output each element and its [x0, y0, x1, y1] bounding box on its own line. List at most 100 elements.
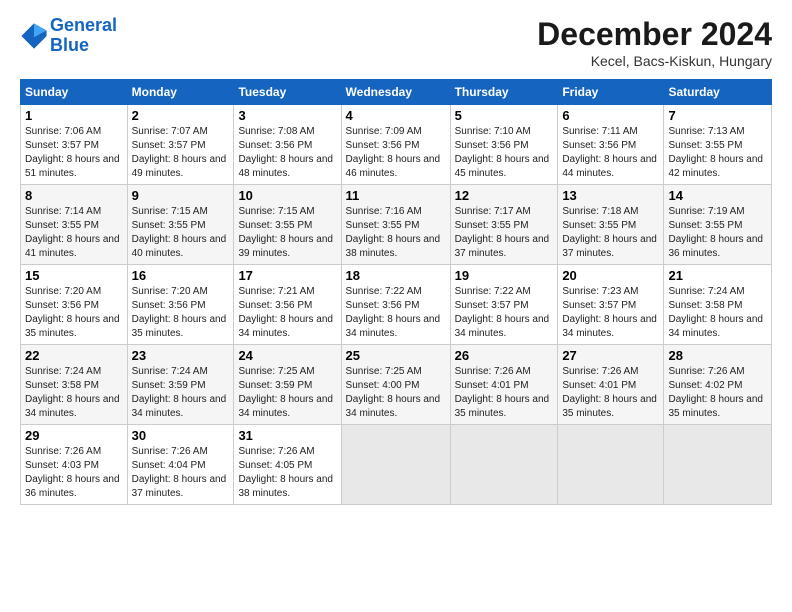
day-info: Sunrise: 7:16 AMSunset: 3:55 PMDaylight:…: [346, 205, 446, 261]
table-row: 8Sunrise: 7:14 AMSunset: 3:55 PMDaylight…: [21, 185, 128, 265]
calendar-week-1: 1 Sunrise: 7:06 AMSunset: 3:57 PMDaylight…: [21, 105, 772, 185]
calendar-table: Sunday Monday Tuesday Wednesday Thursday…: [20, 79, 772, 505]
calendar-week-5: 29 Sunrise: 7:26 AMSunset: 4:03 PMDayligh…: [21, 425, 772, 505]
table-row: 28 Sunrise: 7:26 AMSunset: 4:02 PMDayligh…: [664, 345, 772, 425]
day-number: 29: [25, 428, 123, 443]
header-row: Sunday Monday Tuesday Wednesday Thursday…: [21, 80, 772, 105]
table-row: 27 Sunrise: 7:26 AMSunset: 4:01 PMDayligh…: [558, 345, 664, 425]
day-info: Sunrise: 7:26 AMSunset: 4:01 PMDaylight:…: [455, 365, 554, 421]
table-row: 1 Sunrise: 7:06 AMSunset: 3:57 PMDaylight…: [21, 105, 128, 185]
location: Kecel, Bacs-Kiskun, Hungary: [537, 53, 772, 69]
table-row: 10 Sunrise: 7:15 AMSunset: 3:55 PMDayligh…: [234, 185, 341, 265]
table-row: [664, 425, 772, 505]
day-number: 12: [455, 188, 554, 203]
table-row: 11 Sunrise: 7:16 AMSunset: 3:55 PMDayligh…: [341, 185, 450, 265]
day-number: 6: [562, 108, 659, 123]
day-info: Sunrise: 7:15 AMSunset: 3:55 PMDaylight:…: [238, 205, 336, 261]
day-number: 27: [562, 348, 659, 363]
day-info: Sunrise: 7:20 AMSunset: 3:56 PMDaylight:…: [25, 285, 123, 341]
table-row: 14Sunrise: 7:19 AMSunset: 3:55 PMDayligh…: [664, 185, 772, 265]
col-friday: Friday: [558, 80, 664, 105]
day-info: Sunrise: 7:06 AMSunset: 3:57 PMDaylight:…: [25, 125, 123, 181]
table-row: 22 Sunrise: 7:24 AMSunset: 3:58 PMDayligh…: [21, 345, 128, 425]
table-row: 17 Sunrise: 7:21 AMSunset: 3:56 PMDayligh…: [234, 265, 341, 345]
col-tuesday: Tuesday: [234, 80, 341, 105]
table-row: 23 Sunrise: 7:24 AMSunset: 3:59 PMDayligh…: [127, 345, 234, 425]
day-info: Sunrise: 7:21 AMSunset: 3:56 PMDaylight:…: [238, 285, 336, 341]
day-info: Sunrise: 7:18 AMSunset: 3:55 PMDaylight:…: [562, 205, 659, 261]
col-wednesday: Wednesday: [341, 80, 450, 105]
day-number: 23: [132, 348, 230, 363]
day-number: 30: [132, 428, 230, 443]
day-number: 20: [562, 268, 659, 283]
day-info: Sunrise: 7:24 AMSunset: 3:59 PMDaylight:…: [132, 365, 230, 421]
table-row: 18 Sunrise: 7:22 AMSunset: 3:56 PMDayligh…: [341, 265, 450, 345]
day-info: Sunrise: 7:26 AMSunset: 4:05 PMDaylight:…: [238, 445, 336, 501]
day-number: 17: [238, 268, 336, 283]
day-number: 9: [132, 188, 230, 203]
table-row: [341, 425, 450, 505]
day-info: Sunrise: 7:09 AMSunset: 3:56 PMDaylight:…: [346, 125, 446, 181]
table-row: 20 Sunrise: 7:23 AMSunset: 3:57 PMDayligh…: [558, 265, 664, 345]
day-number: 28: [668, 348, 767, 363]
day-number: 4: [346, 108, 446, 123]
day-number: 21: [668, 268, 767, 283]
day-number: 15: [25, 268, 123, 283]
day-info: Sunrise: 7:25 AMSunset: 3:59 PMDaylight:…: [238, 365, 336, 421]
day-number: 25: [346, 348, 446, 363]
day-number: 26: [455, 348, 554, 363]
day-number: 19: [455, 268, 554, 283]
day-number: 1: [25, 108, 123, 123]
day-info: Sunrise: 7:11 AMSunset: 3:56 PMDaylight:…: [562, 125, 659, 181]
table-row: 15 Sunrise: 7:20 AMSunset: 3:56 PMDayligh…: [21, 265, 128, 345]
calendar-week-3: 15 Sunrise: 7:20 AMSunset: 3:56 PMDayligh…: [21, 265, 772, 345]
day-info: Sunrise: 7:23 AMSunset: 3:57 PMDaylight:…: [562, 285, 659, 341]
day-info: Sunrise: 7:26 AMSunset: 4:03 PMDaylight:…: [25, 445, 123, 501]
table-row: 2Sunrise: 7:07 AMSunset: 3:57 PMDaylight…: [127, 105, 234, 185]
calendar-week-2: 8Sunrise: 7:14 AMSunset: 3:55 PMDaylight…: [21, 185, 772, 265]
logo-text: General Blue: [50, 16, 117, 56]
day-number: 8: [25, 188, 123, 203]
col-monday: Monday: [127, 80, 234, 105]
day-info: Sunrise: 7:25 AMSunset: 4:00 PMDaylight:…: [346, 365, 446, 421]
day-number: 11: [346, 188, 446, 203]
col-thursday: Thursday: [450, 80, 558, 105]
table-row: 21Sunrise: 7:24 AMSunset: 3:58 PMDayligh…: [664, 265, 772, 345]
table-row: 25 Sunrise: 7:25 AMSunset: 4:00 PMDayligh…: [341, 345, 450, 425]
table-row: 30 Sunrise: 7:26 AMSunset: 4:04 PMDayligh…: [127, 425, 234, 505]
logo: General Blue: [20, 16, 117, 56]
table-row: [450, 425, 558, 505]
day-number: 18: [346, 268, 446, 283]
day-info: Sunrise: 7:17 AMSunset: 3:55 PMDaylight:…: [455, 205, 554, 261]
table-row: 29 Sunrise: 7:26 AMSunset: 4:03 PMDayligh…: [21, 425, 128, 505]
day-number: 31: [238, 428, 336, 443]
day-info: Sunrise: 7:26 AMSunset: 4:01 PMDaylight:…: [562, 365, 659, 421]
table-row: 16 Sunrise: 7:20 AMSunset: 3:56 PMDayligh…: [127, 265, 234, 345]
month-title: December 2024: [537, 16, 772, 53]
logo-line1: General: [50, 15, 117, 35]
title-block: December 2024 Kecel, Bacs-Kiskun, Hungar…: [537, 16, 772, 69]
page: General Blue December 2024 Kecel, Bacs-K…: [0, 0, 792, 515]
table-row: 9 Sunrise: 7:15 AMSunset: 3:55 PMDaylight…: [127, 185, 234, 265]
day-info: Sunrise: 7:08 AMSunset: 3:56 PMDaylight:…: [238, 125, 336, 181]
day-info: Sunrise: 7:24 AMSunset: 3:58 PMDaylight:…: [25, 365, 123, 421]
day-info: Sunrise: 7:20 AMSunset: 3:56 PMDaylight:…: [132, 285, 230, 341]
day-number: 7: [668, 108, 767, 123]
day-number: 22: [25, 348, 123, 363]
day-info: Sunrise: 7:07 AMSunset: 3:57 PMDaylight:…: [132, 125, 230, 181]
logo-line2: Blue: [50, 35, 89, 55]
day-number: 24: [238, 348, 336, 363]
day-number: 10: [238, 188, 336, 203]
calendar-week-4: 22 Sunrise: 7:24 AMSunset: 3:58 PMDayligh…: [21, 345, 772, 425]
table-row: 5Sunrise: 7:10 AMSunset: 3:56 PMDaylight…: [450, 105, 558, 185]
day-info: Sunrise: 7:13 AMSunset: 3:55 PMDaylight:…: [668, 125, 767, 181]
table-row: 3Sunrise: 7:08 AMSunset: 3:56 PMDaylight…: [234, 105, 341, 185]
table-row: 26 Sunrise: 7:26 AMSunset: 4:01 PMDayligh…: [450, 345, 558, 425]
day-info: Sunrise: 7:22 AMSunset: 3:56 PMDaylight:…: [346, 285, 446, 341]
day-info: Sunrise: 7:15 AMSunset: 3:55 PMDaylight:…: [132, 205, 230, 261]
day-info: Sunrise: 7:26 AMSunset: 4:02 PMDaylight:…: [668, 365, 767, 421]
table-row: 13Sunrise: 7:18 AMSunset: 3:55 PMDayligh…: [558, 185, 664, 265]
col-saturday: Saturday: [664, 80, 772, 105]
day-info: Sunrise: 7:26 AMSunset: 4:04 PMDaylight:…: [132, 445, 230, 501]
day-number: 16: [132, 268, 230, 283]
